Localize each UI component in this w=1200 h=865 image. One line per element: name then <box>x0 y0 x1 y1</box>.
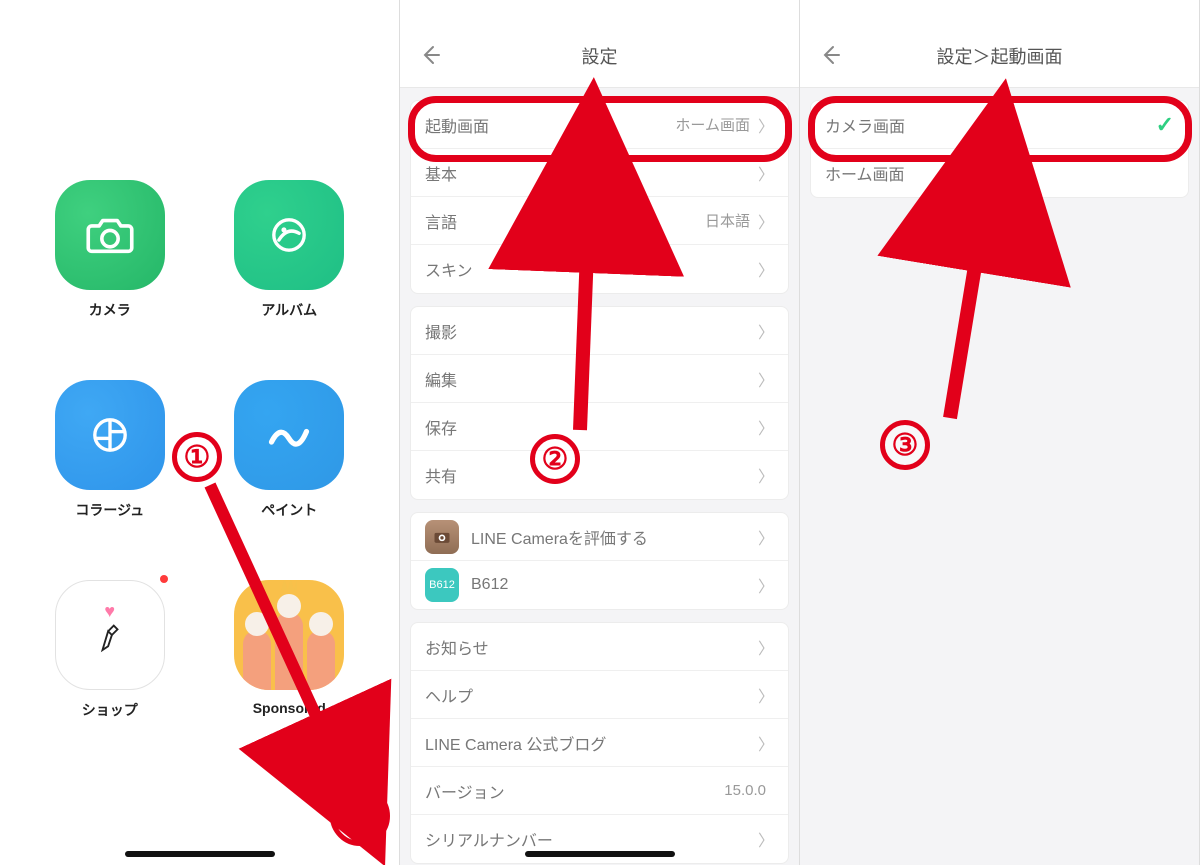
chevron-right-icon: 〉 <box>758 573 774 597</box>
chevron-right-icon: 〉 <box>758 319 774 343</box>
shop-badge-dot <box>160 575 168 583</box>
back-arrow-icon <box>418 43 442 67</box>
row-label: 基本 <box>425 161 457 185</box>
annotation-step-1: ① <box>172 432 222 482</box>
home-indicator <box>525 851 675 857</box>
row-label: ヘルプ <box>425 683 473 707</box>
settings-row[interactable]: 共有 〉 <box>411 451 788 499</box>
annotation-step-3: ③ <box>880 420 930 470</box>
screen-home: カメラ アルバム コラージュ ペイント ♥ シ <box>0 0 400 865</box>
row-label: 言語 <box>425 209 457 233</box>
nav-bar: 設定＞起動画面 <box>800 0 1199 88</box>
tile-collage-label: コラージュ <box>75 500 144 520</box>
chevron-right-icon: 〉 <box>758 415 774 439</box>
tile-album[interactable]: アルバム <box>224 180 354 320</box>
row-label: LINE Camera 公式ブログ <box>425 731 606 755</box>
chevron-right-icon: 〉 <box>758 367 774 391</box>
row-label: 共有 <box>425 463 457 487</box>
nav-bar: 設定 <box>400 0 799 88</box>
annotation-ring-camera-option <box>808 96 1192 162</box>
tile-shop-label: ショップ <box>82 700 138 720</box>
chevron-right-icon: 〉 <box>758 525 774 549</box>
row-label: シリアルナンバー <box>425 827 553 851</box>
settings-row[interactable]: LINE Camera 公式ブログ 〉 <box>411 719 788 767</box>
chevron-right-icon: 〉 <box>758 731 774 755</box>
settings-row[interactable]: ヘルプ 〉 <box>411 671 788 719</box>
settings-row[interactable]: お知らせ 〉 <box>411 623 788 671</box>
tile-collage[interactable]: コラージュ <box>45 380 175 520</box>
camera-icon <box>55 180 165 290</box>
camera-brown-icon <box>425 520 459 554</box>
settings-row[interactable]: LINE Cameraを評価する 〉 <box>411 513 788 561</box>
back-button[interactable] <box>810 35 850 75</box>
annotation-ring-launch-row <box>408 96 792 162</box>
settings-row[interactable]: B612 B612 〉 <box>411 561 788 609</box>
row-value: 日本語 <box>705 210 750 231</box>
settings-group-3: お知らせ〉ヘルプ〉LINE Camera 公式ブログ〉バージョン15.0.0シリ… <box>410 622 789 864</box>
screen-settings: 設定 起動画面ホーム画面〉基本〉言語日本語〉スキン〉撮影〉編集〉保存〉共有〉LI… <box>400 0 800 865</box>
album-icon <box>234 180 344 290</box>
nav-title: 設定＞起動画面 <box>937 43 1063 69</box>
heart-icon: ♥ <box>104 601 115 622</box>
chevron-right-icon: 〉 <box>758 209 774 233</box>
tile-camera-label: カメラ <box>89 300 131 320</box>
row-label: スキン <box>425 257 473 281</box>
row-label: 保存 <box>425 415 457 439</box>
annotation-arrow-2 <box>560 160 620 455</box>
chevron-right-icon: 〉 <box>758 257 774 281</box>
screen-launch-options: 設定＞起動画面 カメラ画面 ✓ ホーム画面 ③ <box>800 0 1200 865</box>
settings-group-2: LINE Cameraを評価する〉B612B612〉 <box>410 512 789 610</box>
chevron-right-icon: 〉 <box>758 635 774 659</box>
tile-shop[interactable]: ♥ ショップ <box>45 580 175 720</box>
b612-icon: B612 <box>425 568 459 602</box>
row-label: B612 <box>471 576 508 594</box>
back-button[interactable] <box>410 35 450 75</box>
row-label: 撮影 <box>425 319 457 343</box>
row-label: お知らせ <box>425 635 489 659</box>
chevron-right-icon: 〉 <box>758 161 774 185</box>
chevron-right-icon: 〉 <box>758 683 774 707</box>
row-label: 編集 <box>425 367 457 391</box>
option-label: ホーム画面 <box>825 161 905 185</box>
back-arrow-icon <box>818 43 842 67</box>
tile-album-label: アルバム <box>261 300 317 320</box>
row-label: LINE Cameraを評価する <box>471 525 648 549</box>
shop-icon: ♥ <box>55 580 165 690</box>
annotation-arrow-3 <box>940 160 1020 440</box>
chevron-right-icon: 〉 <box>758 827 774 851</box>
collage-icon <box>55 380 165 490</box>
settings-row[interactable]: バージョン 15.0.0 <box>411 767 788 815</box>
row-label: バージョン <box>425 779 505 803</box>
paint-icon <box>234 380 344 490</box>
home-indicator <box>125 851 275 857</box>
chevron-right-icon: 〉 <box>758 463 774 487</box>
nav-title: 設定 <box>582 43 618 69</box>
tile-camera[interactable]: カメラ <box>45 180 175 320</box>
annotation-arrow-1 <box>190 480 390 845</box>
row-value: 15.0.0 <box>724 782 766 799</box>
